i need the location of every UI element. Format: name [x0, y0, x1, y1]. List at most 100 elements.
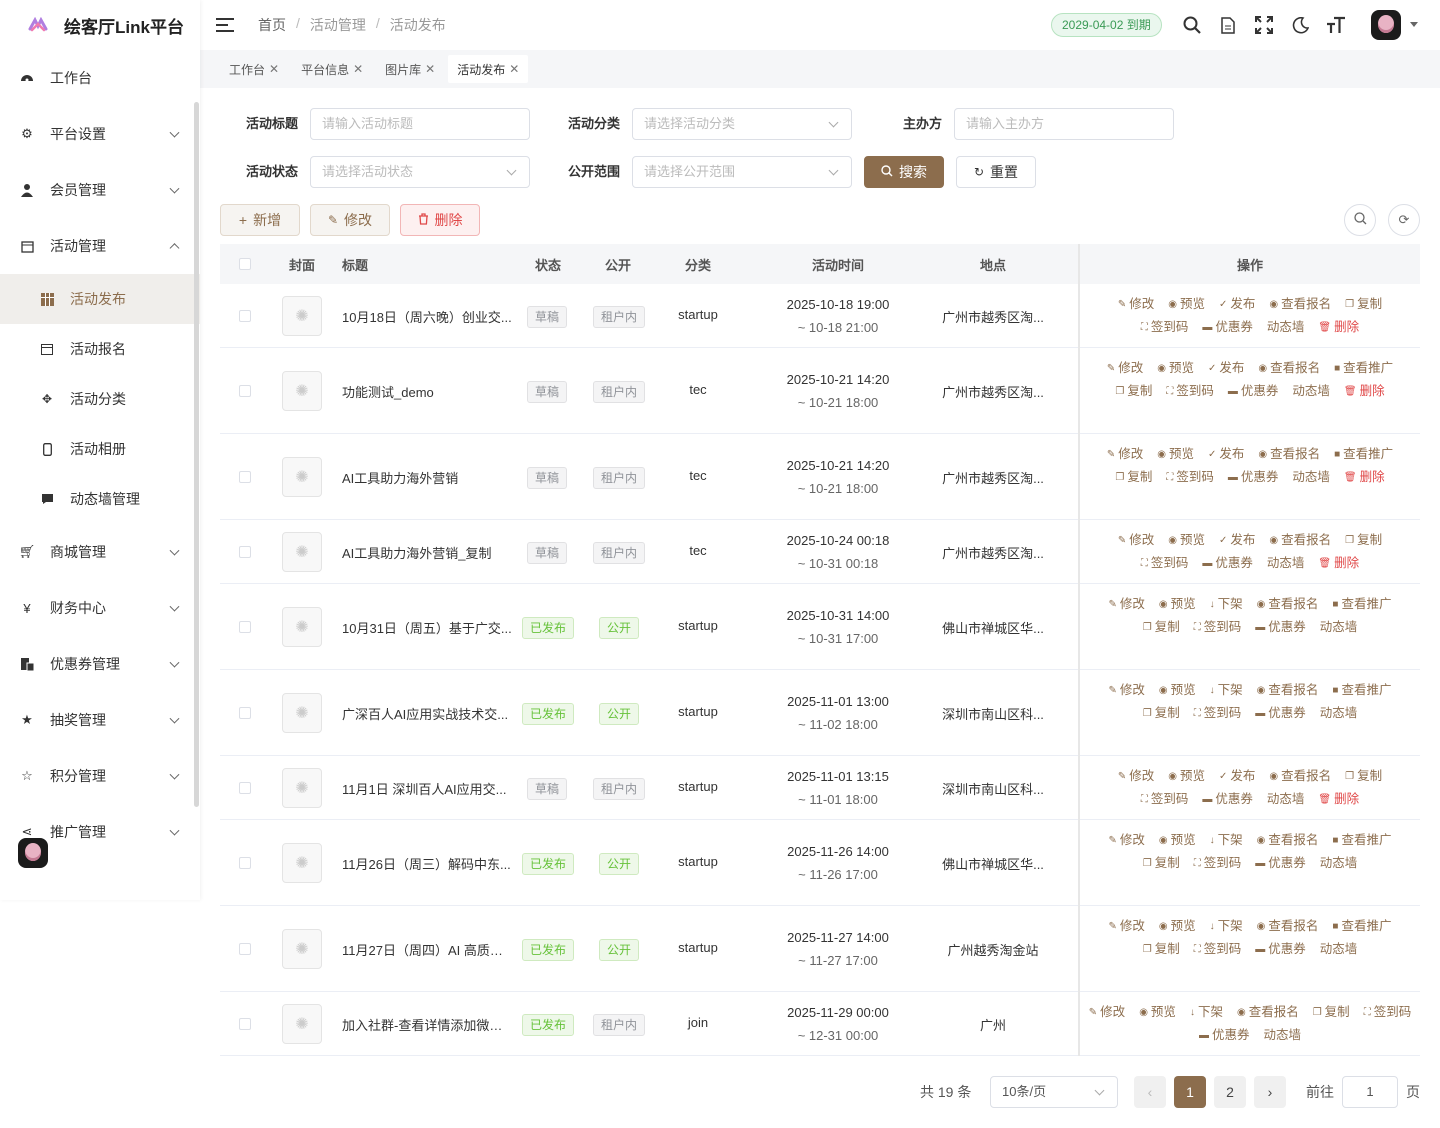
edit-action[interactable]: ✎ 修改: [1107, 357, 1143, 380]
page-2-button[interactable]: 2: [1214, 1076, 1246, 1108]
publish-action[interactable]: ✓ 发布: [1219, 765, 1255, 788]
copy-action[interactable]: ❐ 复制: [1115, 466, 1152, 489]
cover-image[interactable]: ✺: [282, 457, 322, 497]
preview-action[interactable]: ◉ 预览: [1168, 529, 1205, 552]
feed-wall-action[interactable]: 动态墙: [1320, 616, 1358, 639]
checkin-code-action[interactable]: ⛶ 签到码: [1194, 702, 1242, 725]
unpublish-action[interactable]: ↓ 下架: [1210, 915, 1243, 938]
publish-action[interactable]: ✓ 发布: [1219, 529, 1255, 552]
sidebar-item-coupons[interactable]: 优惠券管理: [0, 636, 200, 692]
coupons-action[interactable]: ▬ 优惠券: [1255, 938, 1306, 961]
edit-action[interactable]: ✎ 修改: [1109, 679, 1145, 702]
coupons-action[interactable]: ▬ 优惠券: [1202, 788, 1253, 811]
row-checkbox[interactable]: [239, 546, 251, 558]
sidebar-item-promotion[interactable]: ⋖ 推广管理: [0, 804, 200, 840]
tab-platform-info[interactable]: 平台信息 ✕: [292, 55, 372, 83]
tab-dashboard[interactable]: 工作台 ✕: [220, 55, 288, 83]
coupons-action[interactable]: ▬ 优惠券: [1202, 316, 1253, 339]
delete-action[interactable]: 🗑︎ 删除: [1344, 380, 1385, 403]
feed-wall-action[interactable]: 动态墙: [1320, 702, 1358, 725]
coupons-action[interactable]: ▬ 优惠券: [1228, 380, 1279, 403]
moon-icon[interactable]: [1289, 14, 1311, 36]
goto-page-input[interactable]: 1: [1342, 1076, 1398, 1108]
sidebar-item-dashboard[interactable]: 工作台: [0, 50, 200, 106]
reset-button[interactable]: ↻ 重置: [956, 156, 1036, 188]
feed-wall-action[interactable]: 动态墙: [1292, 466, 1330, 489]
close-icon[interactable]: ✕: [425, 62, 435, 76]
view-signups-action[interactable]: ◉ 查看报名: [1269, 529, 1331, 552]
copy-action[interactable]: ❐ 复制: [1143, 938, 1180, 961]
edit-action[interactable]: ✎ 修改: [1109, 593, 1145, 616]
cover-image[interactable]: ✺: [282, 607, 322, 647]
refresh-table-button[interactable]: ⟳: [1388, 204, 1420, 236]
view-signups-action[interactable]: ◉ 查看报名: [1269, 293, 1331, 316]
preview-action[interactable]: ◉ 预览: [1159, 593, 1196, 616]
cover-image[interactable]: ✺: [282, 929, 322, 969]
edit-action[interactable]: ✎ 修改: [1089, 1001, 1125, 1024]
checkin-code-action[interactable]: ⛶ 签到码: [1194, 938, 1242, 961]
sidebar-item-lottery[interactable]: ★ 抽奖管理: [0, 692, 200, 748]
close-icon[interactable]: ✕: [353, 62, 363, 76]
host-filter-input[interactable]: 请输入主办方: [954, 108, 1174, 140]
prev-page-button[interactable]: ‹: [1134, 1076, 1166, 1108]
edit-action[interactable]: ✎ 修改: [1118, 765, 1154, 788]
delete-action[interactable]: 🗑︎ 删除: [1318, 552, 1359, 575]
tab-image-library[interactable]: 图片库 ✕: [376, 55, 444, 83]
unpublish-action[interactable]: ↓ 下架: [1190, 1001, 1223, 1024]
delete-action[interactable]: 🗑︎ 删除: [1318, 316, 1359, 339]
sidebar-item-members[interactable]: 会员管理: [0, 162, 200, 218]
row-checkbox[interactable]: [239, 471, 251, 483]
sidebar-item-finance[interactable]: ¥ 财务中心: [0, 580, 200, 636]
feed-wall-action[interactable]: 动态墙: [1264, 1024, 1302, 1047]
view-promotion-action[interactable]: ■ 查看推广: [1332, 915, 1391, 938]
font-size-icon[interactable]: [1325, 14, 1347, 36]
view-promotion-action[interactable]: ■ 查看推广: [1332, 679, 1391, 702]
sidebar-subitem-activity-category[interactable]: ✥ 活动分类: [0, 374, 200, 424]
unpublish-action[interactable]: ↓ 下架: [1210, 829, 1243, 852]
next-page-button[interactable]: ›: [1254, 1076, 1286, 1108]
page-1-button[interactable]: 1: [1174, 1076, 1206, 1108]
feed-wall-action[interactable]: 动态墙: [1267, 552, 1305, 575]
tab-activity-publish[interactable]: 活动发布 ✕: [448, 55, 529, 83]
fullscreen-icon[interactable]: [1253, 14, 1275, 36]
coupons-action[interactable]: ▬ 优惠券: [1255, 702, 1306, 725]
cover-image[interactable]: ✺: [282, 843, 322, 883]
unpublish-action[interactable]: ↓ 下架: [1210, 593, 1243, 616]
cover-image[interactable]: ✺: [282, 296, 322, 336]
feed-wall-action[interactable]: 动态墙: [1267, 316, 1305, 339]
row-checkbox[interactable]: [239, 621, 251, 633]
sidebar-subitem-feed-wall[interactable]: 动态墙管理: [0, 474, 200, 524]
cover-image[interactable]: ✺: [282, 693, 322, 733]
coupons-action[interactable]: ▬ 优惠券: [1255, 616, 1306, 639]
view-signups-action[interactable]: ◉ 查看报名: [1257, 915, 1319, 938]
copy-action[interactable]: ❐ 复制: [1345, 765, 1382, 788]
edit-action[interactable]: ✎ 修改: [1118, 293, 1154, 316]
feed-wall-action[interactable]: 动态墙: [1267, 788, 1305, 811]
edit-action[interactable]: ✎ 修改: [1109, 915, 1145, 938]
checkin-code-action[interactable]: ⛶ 签到码: [1141, 316, 1189, 339]
preview-action[interactable]: ◉ 预览: [1159, 829, 1196, 852]
view-signups-action[interactable]: ◉ 查看报名: [1258, 357, 1320, 380]
preview-action[interactable]: ◉ 预览: [1157, 443, 1194, 466]
view-promotion-action[interactable]: ■ 查看推广: [1332, 829, 1391, 852]
category-filter-select[interactable]: 请选择活动分类: [632, 108, 852, 140]
close-icon[interactable]: ✕: [509, 62, 519, 76]
view-signups-action[interactable]: ◉ 查看报名: [1269, 765, 1331, 788]
status-filter-select[interactable]: 请选择活动状态: [310, 156, 530, 188]
sidebar-item-mall[interactable]: 🛒︎ 商城管理: [0, 524, 200, 580]
view-promotion-action[interactable]: ■ 查看推广: [1332, 593, 1391, 616]
cover-image[interactable]: ✺: [282, 1004, 322, 1044]
copy-action[interactable]: ❐ 复制: [1115, 380, 1152, 403]
row-checkbox[interactable]: [239, 707, 251, 719]
select-all-checkbox[interactable]: [239, 258, 251, 270]
add-button[interactable]: + 新增: [220, 204, 300, 236]
row-checkbox[interactable]: [239, 782, 251, 794]
menu-fold-icon[interactable]: [216, 18, 234, 32]
copy-action[interactable]: ❐ 复制: [1345, 293, 1382, 316]
copy-action[interactable]: ❐ 复制: [1143, 702, 1180, 725]
view-signups-action[interactable]: ◉ 查看报名: [1257, 679, 1319, 702]
publish-action[interactable]: ✓ 发布: [1208, 443, 1244, 466]
checkin-code-action[interactable]: ⛶ 签到码: [1166, 466, 1214, 489]
search-button[interactable]: 搜索: [864, 156, 944, 188]
copy-action[interactable]: ❐ 复制: [1143, 852, 1180, 875]
